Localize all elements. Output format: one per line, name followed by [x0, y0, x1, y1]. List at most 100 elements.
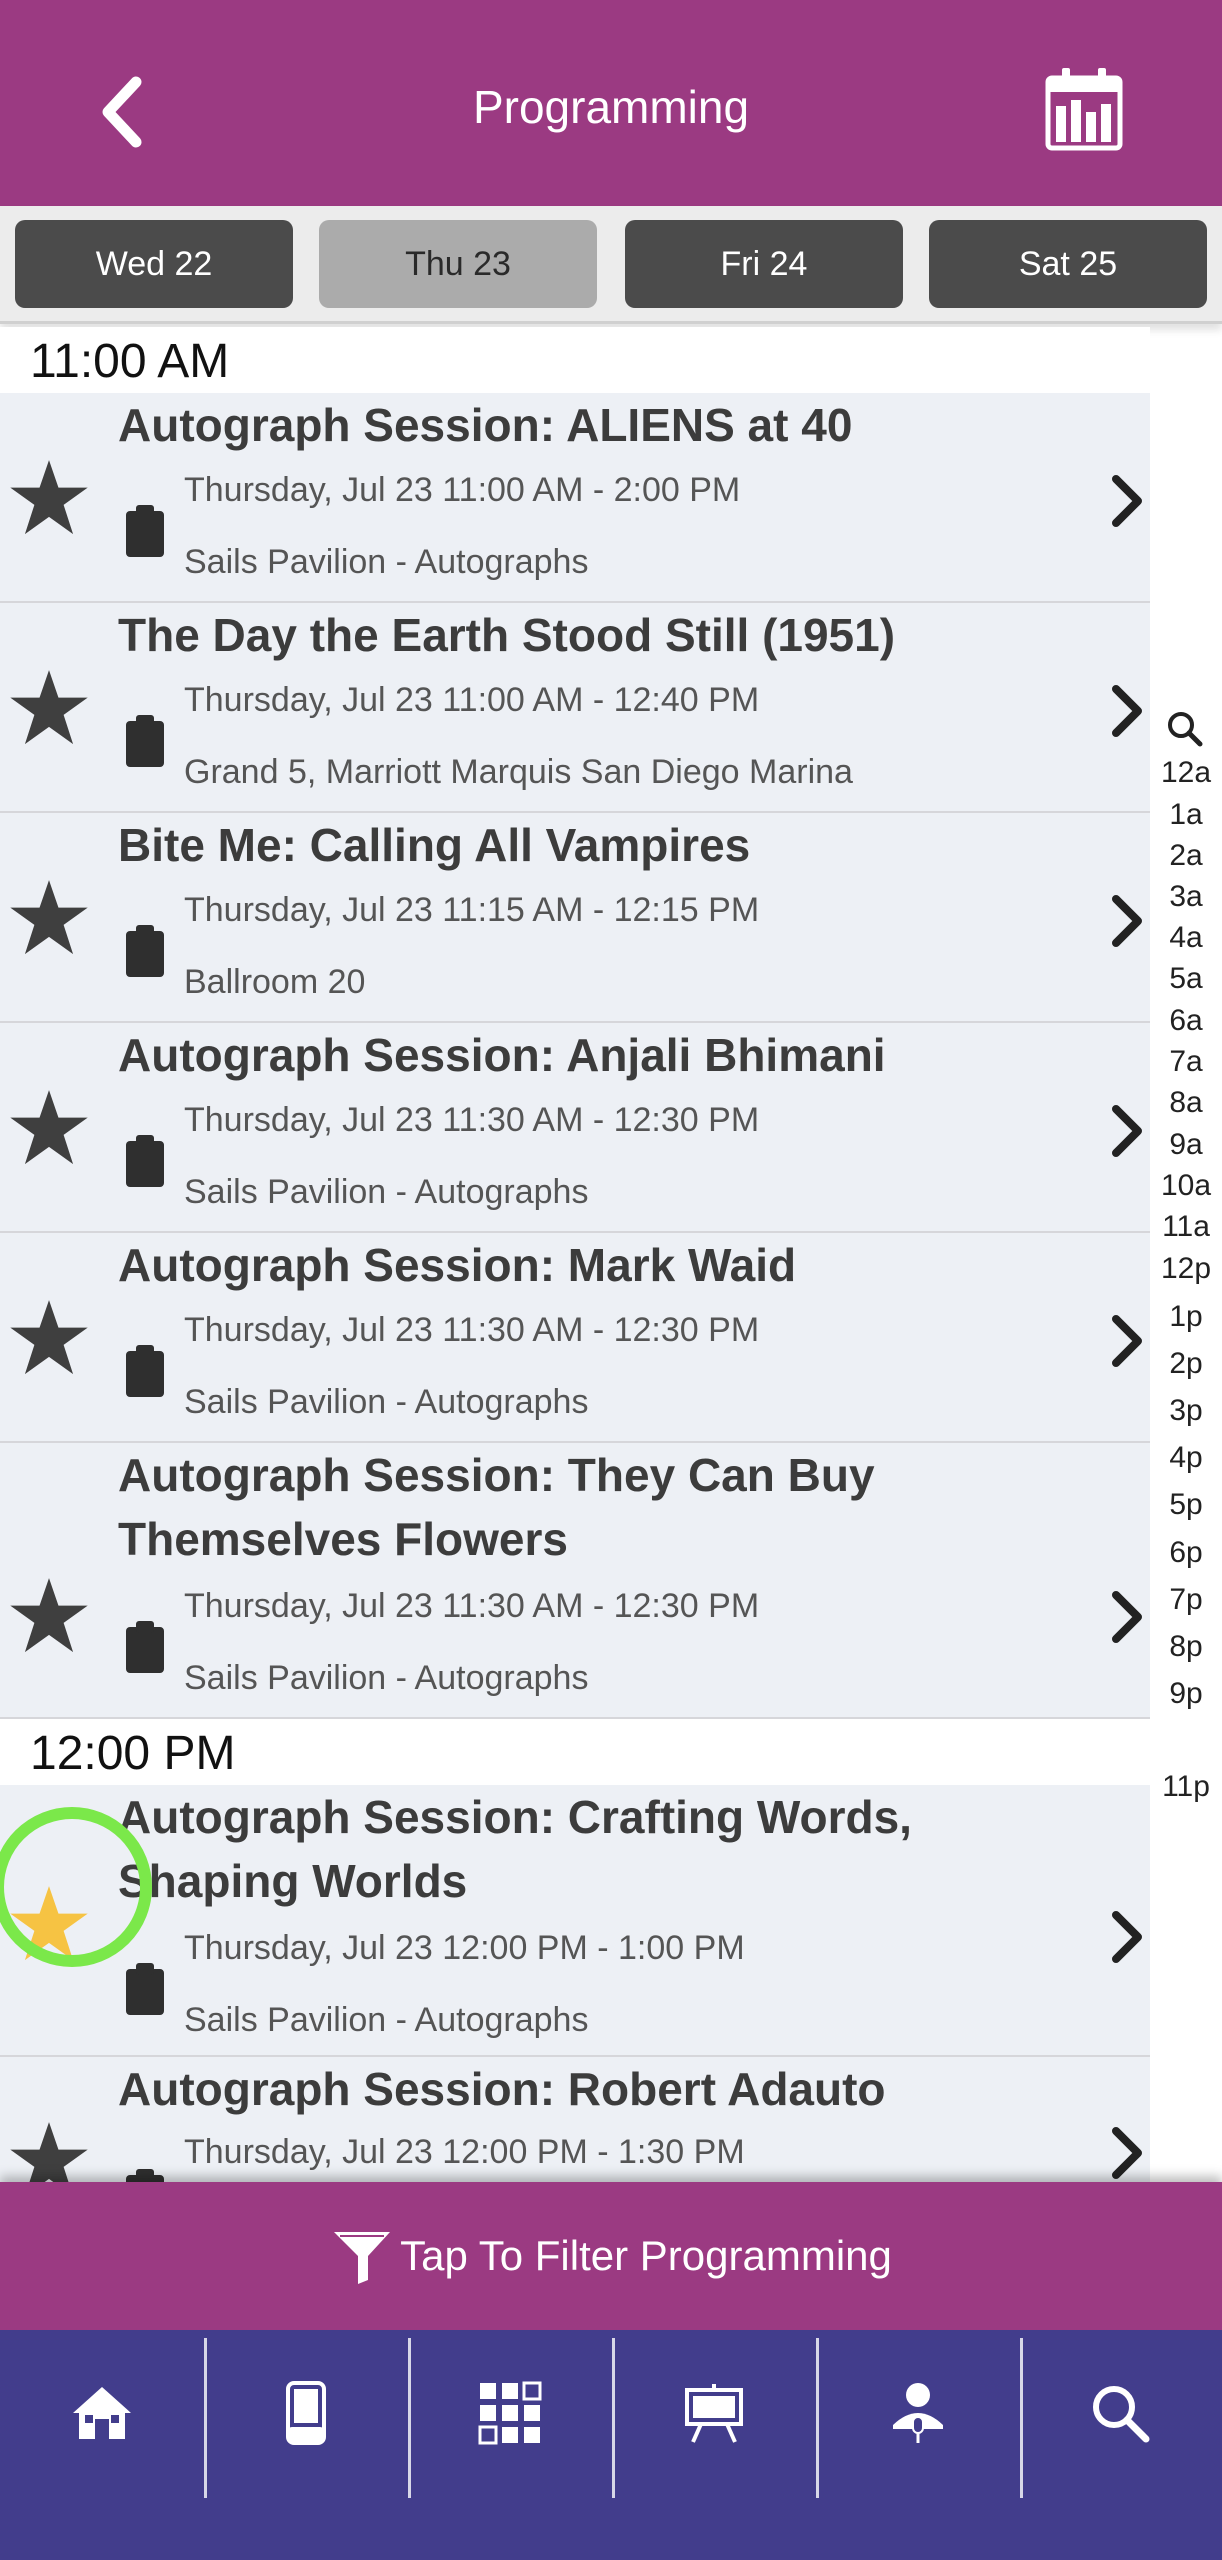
clipboard-icon: [126, 925, 164, 977]
calendar-icon[interactable]: [1044, 66, 1124, 152]
chevron-right-icon[interactable]: [1106, 1101, 1146, 1161]
nav-home[interactable]: [0, 2330, 204, 2496]
clipboard-icon: [126, 2169, 164, 2182]
tab-thu-23[interactable]: Thu 23: [319, 220, 597, 308]
session-title: Autograph Session: Mark Waid: [118, 1239, 797, 1291]
chevron-right-icon[interactable]: [1106, 1587, 1146, 1647]
index-item[interactable]: 9p: [1150, 1677, 1222, 1711]
app-header: Programming: [0, 0, 1222, 206]
session-row[interactable]: Autograph Session: Mark Waid Thursday, J…: [0, 1233, 1150, 1443]
index-item[interactable]: 7a: [1150, 1045, 1222, 1079]
chevron-right-icon[interactable]: [1106, 1907, 1146, 1967]
session-location: Sails Pavilion - Autographs: [184, 543, 589, 581]
clipboard-icon: [126, 1345, 164, 1397]
index-item[interactable]: 11p: [1150, 1770, 1222, 1804]
day-tabs: Wed 22 Thu 23 Fri 24 Sat 25: [0, 206, 1222, 324]
session-title: Autograph Session: Crafting Words, Shapi…: [118, 1791, 912, 1907]
session-time: Thursday, Jul 23 11:15 AM - 12:15 PM: [184, 891, 760, 929]
session-location: Sails Pavilion - Autographs: [184, 2001, 589, 2039]
clipboard-icon: [126, 1621, 164, 1673]
favorite-star-icon[interactable]: [6, 2117, 92, 2182]
session-row[interactable]: Autograph Session: They Can Buy Themselv…: [0, 1443, 1150, 1719]
session-location: Sails Pavilion - Autographs: [184, 1173, 589, 1211]
session-location: Sails Pavilion - Autographs: [184, 1659, 589, 1697]
session-row[interactable]: Autograph Session: Crafting Words, Shapi…: [0, 1785, 1150, 2057]
favorite-star-icon[interactable]: [6, 1573, 92, 1659]
index-item[interactable]: 3p: [1150, 1394, 1222, 1428]
speaker-icon: [893, 2383, 943, 2443]
index-item[interactable]: 11a: [1150, 1210, 1222, 1244]
session-title: Autograph Session: ALIENS at 40: [118, 399, 853, 451]
session-row[interactable]: Bite Me: Calling All Vampires Thursday, …: [0, 813, 1150, 1023]
session-time: Thursday, Jul 23 11:00 AM - 12:40 PM: [184, 681, 760, 719]
nav-presentation[interactable]: [612, 2330, 816, 2496]
time-group-header: 12:00 PM: [0, 1719, 1150, 1785]
session-row[interactable]: Autograph Session: Robert Adauto Thursda…: [0, 2057, 1150, 2182]
funnel-icon: [334, 2232, 391, 2284]
favorite-star-icon[interactable]: [6, 875, 92, 961]
index-item[interactable]: 2p: [1150, 1347, 1222, 1381]
index-item[interactable]: 5a: [1150, 962, 1222, 996]
index-item[interactable]: 1a: [1150, 798, 1222, 832]
search-icon: [1093, 2386, 1150, 2443]
index-item[interactable]: 8a: [1150, 1086, 1222, 1120]
session-time: Thursday, Jul 23 11:00 AM - 2:00 PM: [184, 471, 741, 509]
chevron-right-icon[interactable]: [1106, 2123, 1146, 2182]
index-item[interactable]: 2a: [1150, 839, 1222, 873]
phone-icon: [286, 2381, 326, 2445]
session-row[interactable]: Autograph Session: Anjali Bhimani Thursd…: [0, 1023, 1150, 1233]
index-item[interactable]: 6p: [1150, 1536, 1222, 1570]
favorite-star-icon[interactable]: [6, 1085, 92, 1171]
index-item[interactable]: 8p: [1150, 1630, 1222, 1664]
home-icon: [73, 2387, 131, 2439]
chevron-right-icon[interactable]: [1106, 891, 1146, 951]
index-item[interactable]: 6a: [1150, 1004, 1222, 1038]
nav-search[interactable]: [1018, 2330, 1222, 2496]
favorite-star-icon[interactable]: [6, 455, 92, 541]
session-time: Thursday, Jul 23 11:30 AM - 12:30 PM: [184, 1587, 760, 1625]
index-item[interactable]: 10a: [1150, 1169, 1222, 1203]
session-title: Autograph Session: They Can Buy Themselv…: [118, 1449, 875, 1565]
grid-icon: [478, 2381, 542, 2445]
index-item[interactable]: 3a: [1150, 880, 1222, 914]
search-icon[interactable]: [1164, 708, 1204, 748]
session-title: The Day the Earth Stood Still (1951): [118, 609, 896, 661]
nav-speakers[interactable]: [816, 2330, 1020, 2496]
clipboard-icon: [126, 505, 164, 557]
chevron-right-icon[interactable]: [1106, 471, 1146, 531]
index-item[interactable]: 4p: [1150, 1441, 1222, 1475]
index-item[interactable]: 7p: [1150, 1583, 1222, 1617]
session-location: Sails Pavilion - Autographs: [184, 1383, 589, 1421]
session-time: Thursday, Jul 23 11:30 AM - 12:30 PM: [184, 1101, 760, 1139]
index-item[interactable]: 9a: [1150, 1128, 1222, 1162]
session-row[interactable]: Autograph Session: ALIENS at 40 Thursday…: [0, 393, 1150, 603]
nav-device[interactable]: [204, 2330, 408, 2496]
session-time: Thursday, Jul 23 11:30 AM - 12:30 PM: [184, 1311, 760, 1349]
tab-wed-22[interactable]: Wed 22: [15, 220, 293, 308]
filter-bar[interactable]: Tap To Filter Programming: [0, 2182, 1222, 2330]
favorite-star-icon[interactable]: [6, 665, 92, 751]
chevron-right-icon[interactable]: [1106, 1311, 1146, 1371]
time-group-header: 11:00 AM: [0, 327, 1150, 393]
tab-sat-25[interactable]: Sat 25: [929, 220, 1207, 308]
chevron-right-icon[interactable]: [1106, 681, 1146, 741]
session-title: Autograph Session: Robert Adauto: [118, 2063, 886, 2115]
nav-grid[interactable]: [408, 2330, 612, 2496]
page-title: Programming: [472, 81, 750, 133]
session-title: Bite Me: Calling All Vampires: [118, 819, 751, 871]
session-list[interactable]: 11:00 AM Autograph Session: ALIENS at 40…: [0, 327, 1150, 2182]
index-item[interactable]: 12a: [1150, 756, 1222, 790]
index-item[interactable]: 1p: [1150, 1300, 1222, 1334]
index-item[interactable]: 5p: [1150, 1488, 1222, 1522]
session-row[interactable]: The Day the Earth Stood Still (1951) Thu…: [0, 603, 1150, 813]
index-item[interactable]: 4a: [1150, 921, 1222, 955]
tab-fri-24[interactable]: Fri 24: [625, 220, 903, 308]
session-title: Autograph Session: Anjali Bhimani: [118, 1029, 886, 1081]
clipboard-icon: [126, 715, 164, 767]
session-location: Ballroom 20: [184, 963, 366, 1001]
clipboard-icon: [126, 1135, 164, 1187]
session-time: Thursday, Jul 23 12:00 PM - 1:00 PM: [184, 1929, 745, 1967]
time-index[interactable]: 12a 1a 2a 3a 4a 5a 6a 7a 8a 9a 10a 11a 1…: [1150, 700, 1222, 1900]
favorite-star-icon[interactable]: [6, 1295, 92, 1381]
index-item[interactable]: 12p: [1150, 1252, 1222, 1286]
